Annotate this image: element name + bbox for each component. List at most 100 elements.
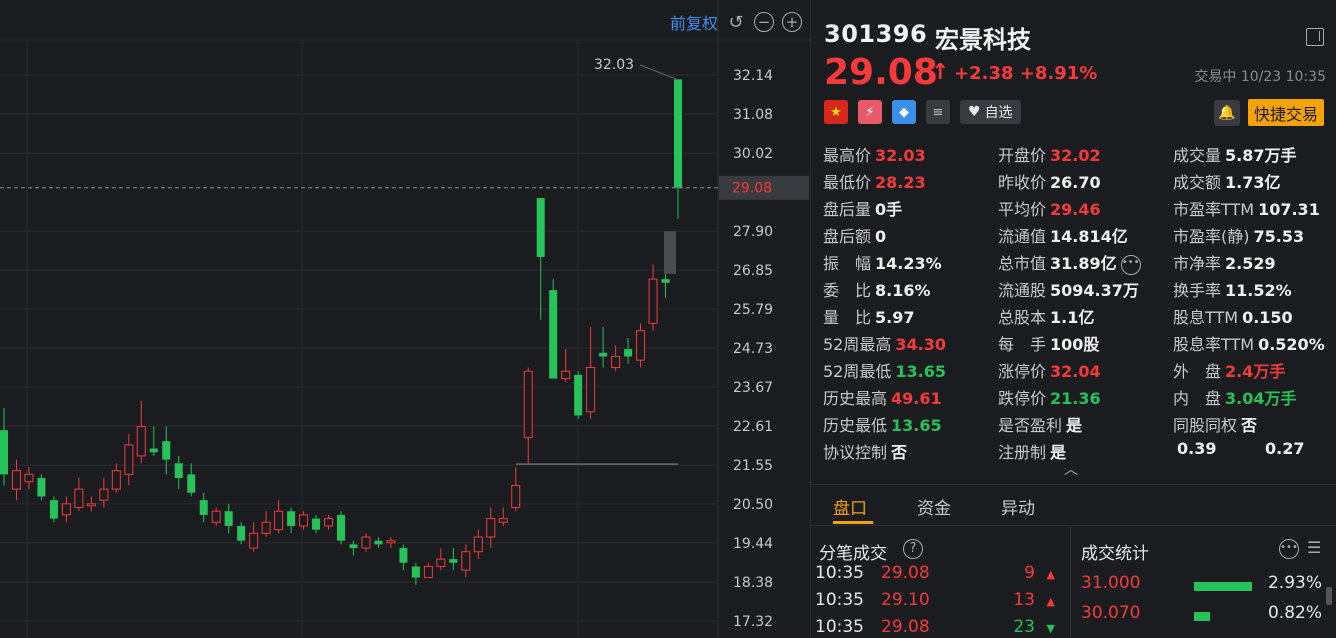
y-tick-label: 18.38 [733, 575, 773, 591]
candle-body [74, 488, 84, 509]
kline-chart-panel[interactable]: 32.14 31.08 30.02 27.90 26.85 25.79 24.73 23.67… [0, 0, 810, 638]
y-tick-label: 24.73 [733, 341, 773, 357]
price-change: +2.38 +8.91% [954, 63, 1098, 84]
y-tick-label: 20.50 [733, 497, 773, 513]
stats-row: 历史最低 13.65 是否盈利是 同股同权否 [811, 412, 1336, 439]
candle-body [586, 367, 596, 413]
tick-price: 29.08 [881, 563, 930, 583]
stat-item: 开盘价 32.02 [998, 142, 1101, 166]
stat-label: 涨停价 [998, 362, 1047, 381]
candle-body [199, 500, 208, 515]
stat-label: 流通值 [998, 227, 1047, 246]
candle-body [449, 559, 458, 563]
stats-row: 委 比 8.16% 流通股 5094.37万 换手率 11.52% [811, 277, 1336, 304]
help-icon[interactable]: ? [903, 539, 923, 559]
stats-row: 量 比 5.97 总股本 1.1亿 股息TTM 0.150 [811, 304, 1336, 331]
kline-chart[interactable]: 32.14 31.08 30.02 27.90 26.85 25.79 24.73 23.67… [0, 0, 810, 638]
stat-label: 市盈率TTM [1173, 200, 1255, 219]
stat-item: 是否盈利是 [998, 412, 1082, 436]
candle-body [349, 544, 358, 549]
reset-icon[interactable]: ↺ [726, 12, 746, 33]
stat-item: 外 盘 2.4万手 [1173, 358, 1285, 382]
stat-label: 同股同权 [1173, 416, 1238, 435]
y-tick-label: 30.02 [733, 146, 773, 162]
stat-item: 昨收价 26.70 [998, 169, 1101, 193]
y-tick-label: 21.55 [733, 458, 773, 474]
stock-code: 301396 [824, 20, 928, 48]
tab-anomaly[interactable]: 异动 [1001, 494, 1035, 519]
stat-value: 8.16% [875, 281, 931, 300]
candle-body [224, 511, 233, 526]
candle-body [386, 540, 396, 544]
candle-body [523, 370, 533, 439]
volume-stats: 成交统计 ••• ☰ 31.000 2.93% 30.070 0.82% [1071, 527, 1336, 638]
favorite-label: 自选 [984, 105, 1013, 121]
stat-item: 每 手 100股 [998, 331, 1099, 355]
quote-panel: 301396 宏景科技 29.08 ↑ +2.38 +8.91% 交易中 10/… [810, 0, 1336, 638]
scrollbar[interactable] [1326, 587, 1332, 605]
stat-label: 盘后额 [823, 227, 872, 246]
stat-value: 2.4万手 [1225, 362, 1286, 381]
candle-body [274, 510, 284, 531]
document-icon[interactable]: ≡ [926, 100, 950, 124]
lightning-icon[interactable]: ⚡ [858, 100, 882, 124]
stat-label: 是否盈利 [998, 416, 1063, 435]
more-icon[interactable]: ••• [1279, 539, 1299, 559]
candle-body [461, 551, 471, 571]
stat-value: 107.31 [1258, 200, 1320, 219]
add-favorite-button[interactable]: ♥ 自选 [960, 100, 1021, 124]
stat-item: 平均价 29.46 [998, 196, 1101, 220]
stat-item: 换手率 11.52% [1173, 277, 1292, 301]
candle-body [0, 430, 8, 475]
volume-share-pct: 2.93% [1267, 573, 1322, 593]
list-item: 10:35 29.08 9 ▲ [815, 563, 1055, 589]
tab-capital[interactable]: 资金 [917, 494, 951, 519]
china-flag-icon: ★ [824, 100, 848, 124]
stat-label: 流通股 [998, 281, 1047, 300]
panel-toggle-icon[interactable] [1306, 28, 1324, 46]
zoom-out-icon[interactable]: − [754, 12, 774, 32]
chevron-up-icon[interactable]: ︿ [1064, 459, 1078, 479]
stats-row: 盘后量 0手 平均价 29.46 市盈率TTM 107.31 [811, 196, 1336, 223]
candle-body [24, 473, 34, 483]
tab-orderbook[interactable]: 盘口 [833, 494, 867, 519]
candle-body [361, 536, 371, 549]
volume-share-bar [1194, 582, 1252, 591]
candle-body [11, 470, 21, 490]
stat-value: 21.36 [1050, 389, 1101, 408]
stat-label: 委 比 [823, 281, 872, 300]
stat-item: 注册制是 [998, 439, 1066, 463]
stat-item: 流通股 5094.37万 [998, 277, 1139, 301]
candle-body [648, 278, 658, 324]
stat-item: 最高价 32.03 [823, 142, 926, 166]
tick-price: 29.10 [881, 590, 930, 610]
detail-tabs: 盘口 资金 异动 [811, 484, 1336, 526]
current-price-label: 29.08 [732, 181, 772, 197]
stats-row: 52周最高 34.30 每 手 100股 股息率TTM 0.520% [811, 331, 1336, 358]
stat-item: 盘后额 0 [823, 223, 886, 247]
stat-item: 市盈率TTM 107.31 [1173, 196, 1320, 220]
quick-trade-button[interactable]: 快捷交易 [1247, 99, 1324, 126]
candle-body [511, 484, 521, 509]
stat-item: 总股本 1.1亿 [998, 304, 1094, 328]
candle-body [249, 532, 259, 549]
candle-body [124, 444, 134, 475]
list-icon[interactable]: ☰ [1307, 539, 1327, 557]
stat-value: 5094.37万 [1050, 281, 1139, 300]
tick-time: 10:35 [815, 590, 864, 610]
price-adjust-toggle[interactable]: 前复权 [670, 10, 718, 34]
candle-body [174, 463, 183, 479]
y-tick-label: 25.79 [733, 302, 773, 318]
candle-body [337, 514, 345, 541]
bell-icon[interactable]: 🔔 [1214, 100, 1240, 126]
candle-body [99, 488, 109, 501]
more-icon[interactable]: ••• [1120, 254, 1141, 275]
stat-value: 49.61 [891, 389, 942, 408]
tag-icon[interactable]: ◆ [892, 100, 916, 124]
candle-body [37, 478, 46, 497]
tick-volume: 9 [1024, 563, 1035, 583]
list-item: 30.070 0.82% [1081, 603, 1331, 631]
stat-label: 换手率 [1173, 281, 1222, 300]
zoom-in-icon[interactable]: + [782, 12, 802, 32]
candle-body [599, 352, 608, 357]
